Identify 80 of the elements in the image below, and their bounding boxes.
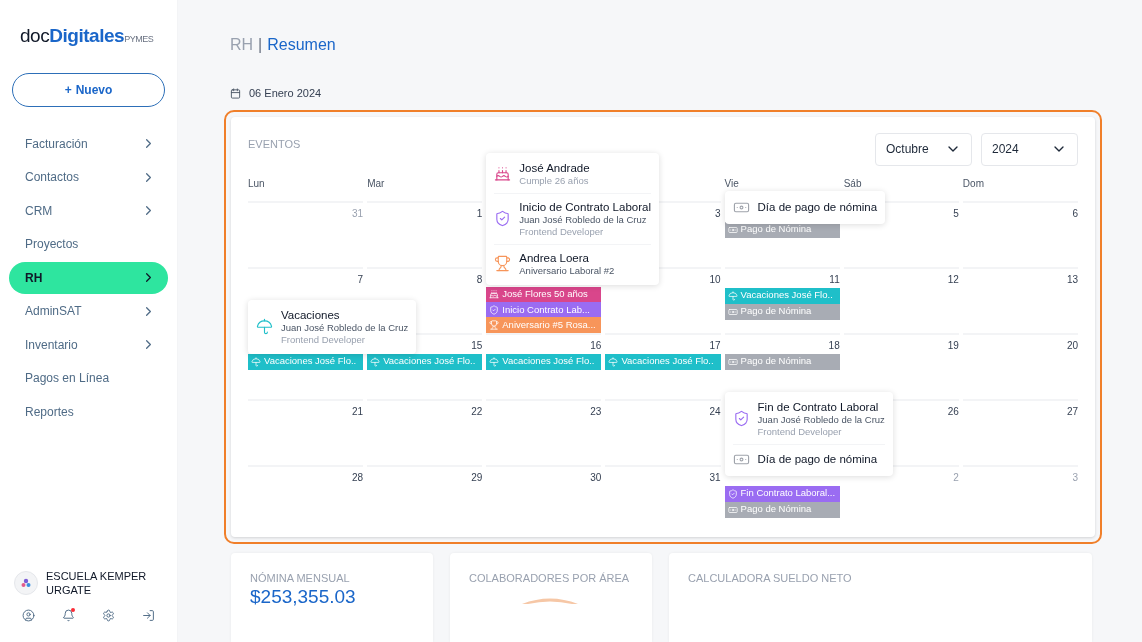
day-number: 17 xyxy=(709,338,721,353)
day-number: 7 xyxy=(357,272,364,287)
day-number: 13 xyxy=(1066,272,1078,287)
day-number: 24 xyxy=(709,404,721,419)
event-chip[interactable]: Pago de Nómina xyxy=(724,353,840,370)
popover-detail: Frontend Developer xyxy=(519,225,605,238)
card-title: CALCULADORA SUELDO NETO xyxy=(688,570,853,586)
sidebar-item[interactable]: Facturación xyxy=(9,127,168,160)
sidebar-item[interactable]: Pagos en Línea xyxy=(9,362,168,394)
event-chip[interactable]: Vacaciones José Flo.. xyxy=(367,353,483,370)
year-select[interactable]: 2024 xyxy=(981,132,1078,166)
weekday-label: Dom xyxy=(962,177,984,189)
event-chip[interactable]: Fin Contrato Laboral... xyxy=(724,485,840,502)
day-number: 1 xyxy=(476,206,483,221)
event-chip[interactable]: Vacaciones José Flo.. xyxy=(724,287,840,304)
popover-detail: Cumple 26 años xyxy=(519,174,590,187)
day-number: 31 xyxy=(352,206,364,221)
sidebar-item[interactable]: Contactos xyxy=(9,161,168,193)
weekday-label: Lun xyxy=(248,177,265,189)
day-number: 3 xyxy=(715,206,721,221)
day-number: 5 xyxy=(953,206,959,221)
weekday-label: Sáb xyxy=(843,177,862,189)
day-number: 2 xyxy=(953,470,959,485)
event-chip[interactable]: Vacaciones José Flo.. xyxy=(605,353,721,370)
day-number: 26 xyxy=(947,404,959,419)
card-title: EVENTOS xyxy=(248,136,301,152)
day-number: 12 xyxy=(947,272,959,287)
day-number: 11 xyxy=(829,272,840,287)
sidebar-item[interactable]: RH xyxy=(9,261,168,294)
weekday-label: Vie xyxy=(724,177,739,189)
popover-title: Fin de Contrato Laboral xyxy=(757,399,880,414)
popover-title: Andrea Loera xyxy=(519,250,590,265)
day-number: 30 xyxy=(590,470,602,485)
logo: docDigitalesPYMES xyxy=(20,24,154,48)
page-title: Resumen xyxy=(267,35,336,55)
popover-title: Inicio de Contrato Laboral xyxy=(519,199,651,214)
company-name: ESCUELA KEMPER URGATE xyxy=(46,569,148,597)
day-number: 10 xyxy=(709,272,721,287)
sidebar-item[interactable]: Proyectos xyxy=(9,228,168,260)
day-number: 8 xyxy=(476,272,483,287)
popover-title: Día de pago de nómina xyxy=(757,200,878,214)
event-chip[interactable]: Vacaciones José Flo.. xyxy=(486,353,602,370)
amount-value: $253,355.03 xyxy=(250,586,357,608)
popover-detail: Frontend Developer xyxy=(281,333,366,346)
day-number: 31 xyxy=(709,470,721,485)
sidebar-item[interactable]: Reportes xyxy=(9,395,168,428)
card-title: COLABORADORES POR ÁREA xyxy=(469,570,631,586)
breadcrumb-separator: | xyxy=(258,35,263,55)
popover-detail: Frontend Developer xyxy=(757,425,843,438)
day-number: 18 xyxy=(828,338,840,353)
breadcrumb-section[interactable]: RH xyxy=(230,33,254,57)
popover-title: Vacaciones xyxy=(281,307,341,322)
sidebar-item[interactable]: Inventario xyxy=(9,328,168,361)
popover-subtitle: Juan José Robledo de la Cruz xyxy=(281,321,409,334)
event-chip[interactable]: Aniversario #5 Rosa... xyxy=(486,317,602,333)
event-chip[interactable]: José Flores 50 años xyxy=(486,286,602,302)
day-number: 6 xyxy=(1072,206,1078,221)
current-date: 06 Enero 2024 xyxy=(249,86,322,101)
day-number: 20 xyxy=(1066,338,1078,353)
day-number: 16 xyxy=(590,338,602,353)
popover-subtitle: Juan José Robledo de la Cruz xyxy=(519,213,648,226)
day-number: 21 xyxy=(352,404,364,419)
day-number: 29 xyxy=(471,470,483,485)
day-number: 27 xyxy=(1066,404,1078,419)
day-number: 15 xyxy=(471,338,483,353)
popover-subtitle: Aniversario Laboral #2 xyxy=(519,264,615,277)
event-chip[interactable]: Inicio Contrato Lab... xyxy=(486,302,602,318)
day-number: 3 xyxy=(1072,470,1078,485)
card-title: NÓMINA MENSUAL xyxy=(250,570,351,586)
day-number: 19 xyxy=(947,338,959,353)
day-number: 22 xyxy=(471,404,483,419)
popover-subtitle: Juan José Robledo de la Cruz xyxy=(757,413,885,426)
month-select[interactable]: Octubre xyxy=(875,132,972,166)
day-number: 23 xyxy=(590,404,602,419)
popover-title: José Andrade xyxy=(519,160,590,175)
sidebar-item[interactable]: CRM xyxy=(9,194,168,227)
sidebar-item[interactable]: AdminSAT xyxy=(9,295,168,327)
day-number: 28 xyxy=(352,470,364,485)
popover-title: Día de pago de nómina xyxy=(757,452,878,466)
weekday-label: Mar xyxy=(367,177,385,189)
